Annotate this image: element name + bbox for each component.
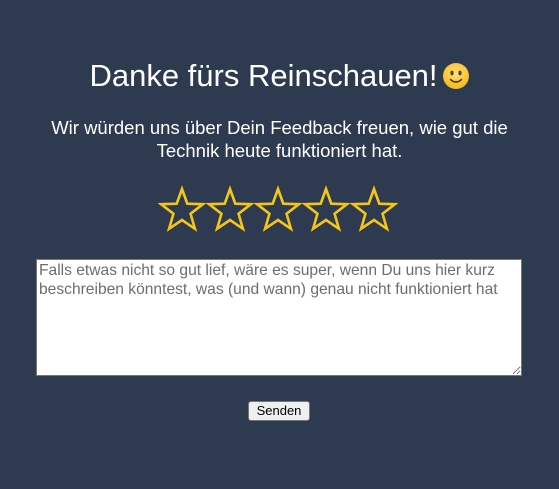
page-title-text: Danke fürs Reinschauen! bbox=[89, 58, 438, 93]
star-rating bbox=[158, 185, 403, 235]
star-icon-5[interactable] bbox=[350, 185, 398, 235]
star-icon-4[interactable] bbox=[302, 185, 350, 235]
page-subtitle: Wir würden uns über Dein Feedback freuen… bbox=[51, 117, 508, 161]
star-icon-3[interactable] bbox=[254, 185, 302, 235]
star-icon-1[interactable] bbox=[158, 185, 206, 235]
feedback-page: Danke fürs Reinschauen! Wir würden uns ü… bbox=[0, 0, 559, 489]
star-icon-2[interactable] bbox=[206, 185, 254, 235]
feedback-textarea[interactable] bbox=[36, 259, 522, 376]
smiley-emoji-icon bbox=[442, 63, 469, 89]
page-title: Danke fürs Reinschauen! bbox=[0, 56, 559, 96]
send-button[interactable]: Senden bbox=[248, 401, 310, 421]
